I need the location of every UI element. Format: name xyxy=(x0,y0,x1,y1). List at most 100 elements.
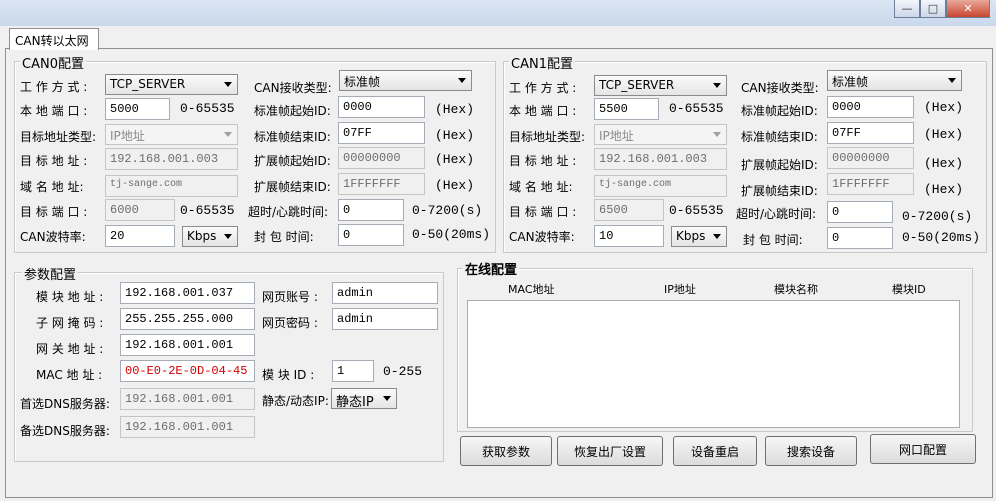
can0-mode-label: 工 作 方 式 : xyxy=(20,80,88,94)
can0-target-type-label: 目标地址类型: xyxy=(20,130,97,144)
can0-recv-type-select[interactable]: 标准帧 xyxy=(339,70,472,91)
can1-pack-range: 0-50(20ms) xyxy=(902,230,981,245)
can1-local-port-input[interactable]: 5500 xyxy=(594,98,659,120)
can1-baud-unit-value: Kbps xyxy=(676,229,706,243)
can1-baud-unit-select[interactable]: Kbps xyxy=(671,226,727,247)
can1-target-type-select[interactable]: IP地址 xyxy=(594,124,727,145)
chevron-down-icon xyxy=(713,83,721,88)
can0-std-end-hint: (Hex) xyxy=(435,128,475,143)
can0-baud-label: CAN波特率: xyxy=(20,230,86,244)
can1-domain-input[interactable]: tj-sange.com xyxy=(594,175,727,197)
module-ip-input[interactable]: 192.168.001.037 xyxy=(120,282,255,304)
can0-std-start-input[interactable]: 0000 xyxy=(338,96,425,118)
can1-target-port-input[interactable]: 6500 xyxy=(594,199,664,221)
chevron-down-icon xyxy=(224,234,232,239)
mac-input[interactable]: 00-E0-2E-0D-04-45 xyxy=(120,360,255,382)
can1-ext-end-input[interactable]: 1FFFFFFF xyxy=(827,173,914,195)
ip-mode-select[interactable]: 静态IP xyxy=(331,388,397,410)
can0-ext-end-input[interactable]: 1FFFFFFF xyxy=(338,173,425,195)
gateway-label: 网 关 地 址 : xyxy=(36,342,104,356)
ip-mode-value: 静态IP xyxy=(336,395,374,410)
can1-target-addr-label: 目 标 地 址 : xyxy=(509,154,577,168)
can0-baud-input[interactable]: 20 xyxy=(105,225,175,247)
minimize-button[interactable]: — xyxy=(894,0,920,18)
can1-ext-start-input[interactable]: 00000000 xyxy=(827,147,914,169)
chevron-down-icon xyxy=(383,396,391,401)
ip-mode-label: 静态/动态IP: xyxy=(262,394,329,408)
can0-title: CAN0配置 xyxy=(20,53,86,72)
can1-ext-start-label: 扩展帧起始ID: xyxy=(741,158,818,172)
can0-local-port-input[interactable]: 5000 xyxy=(105,98,170,120)
web-user-label: 网页账号 : xyxy=(262,290,318,304)
can0-target-addr-input[interactable]: 192.168.001.003 xyxy=(105,148,238,170)
can1-baud-input[interactable]: 10 xyxy=(594,225,664,247)
can0-timeout-input[interactable]: 0 xyxy=(338,199,404,221)
can0-target-addr-label: 目 标 地 址 : xyxy=(20,154,88,168)
close-button[interactable]: ✕ xyxy=(946,0,990,18)
can1-std-start-label: 标准帧起始ID: xyxy=(741,104,818,118)
dns2-input[interactable]: 192.168.001.001 xyxy=(120,416,255,438)
web-pwd-input[interactable]: admin xyxy=(332,308,438,330)
get-params-button[interactable]: 获取参数 xyxy=(460,436,552,466)
can0-ext-start-label: 扩展帧起始ID: xyxy=(254,154,331,168)
device-list[interactable] xyxy=(467,300,960,428)
factory-reset-button[interactable]: 恢复出厂设置 xyxy=(557,436,663,466)
online-title: 在线配置 xyxy=(463,259,520,278)
dns1-label: 首选DNS服务器: xyxy=(20,397,110,411)
can1-std-end-input[interactable]: 07FF xyxy=(827,122,914,144)
subnet-mask-input[interactable]: 255.255.255.000 xyxy=(120,308,255,330)
window-title-bar xyxy=(0,0,996,26)
chevron-down-icon xyxy=(224,132,232,137)
can1-baud-label: CAN波特率: xyxy=(509,230,575,244)
can0-local-port-label: 本 地 端 口 : xyxy=(20,104,88,118)
col-mac: MAC地址 xyxy=(508,283,555,296)
can1-recv-type-select[interactable]: 标准帧 xyxy=(827,70,962,91)
maximize-icon: □ xyxy=(927,2,939,15)
gateway-input[interactable]: 192.168.001.001 xyxy=(120,334,255,356)
can0-target-port-label: 目 标 端 口 : xyxy=(20,205,88,219)
can1-std-end-hint: (Hex) xyxy=(924,127,964,142)
can0-ext-start-hint: (Hex) xyxy=(435,152,475,167)
can1-mode-label: 工 作 方 式 : xyxy=(509,81,577,95)
can0-timeout-label: 超时/心跳时间: xyxy=(248,205,329,219)
web-user-input[interactable]: admin xyxy=(332,282,438,304)
can0-mode-select[interactable]: TCP_SERVER xyxy=(105,74,238,95)
close-icon: ✕ xyxy=(963,2,973,15)
can1-target-addr-input[interactable]: 192.168.001.003 xyxy=(594,148,727,170)
module-ip-label: 模 块 地 址 : xyxy=(36,290,104,304)
can0-baud-unit-select[interactable]: Kbps xyxy=(182,226,238,247)
can0-pack-range: 0-50(20ms) xyxy=(412,227,491,242)
maximize-button[interactable]: □ xyxy=(920,0,946,18)
chevron-down-icon xyxy=(948,78,956,83)
can0-domain-input[interactable]: tj-sange.com xyxy=(105,175,238,197)
can1-target-type-value: IP地址 xyxy=(599,129,634,143)
can0-pack-input[interactable]: 0 xyxy=(338,224,404,246)
module-id-label: 模 块 ID : xyxy=(262,368,315,382)
net-config-button[interactable]: 网口配置 xyxy=(870,434,976,464)
can1-target-port-range: 0-65535 xyxy=(669,203,724,218)
can1-local-port-label: 本 地 端 口 : xyxy=(509,104,577,118)
can1-pack-input[interactable]: 0 xyxy=(827,227,893,249)
can1-mode-select[interactable]: TCP_SERVER xyxy=(594,75,727,96)
can1-timeout-range: 0-7200(s) xyxy=(902,209,973,224)
can0-ext-start-input[interactable]: 00000000 xyxy=(338,147,425,169)
can1-std-start-hint: (Hex) xyxy=(924,100,964,115)
col-module-id: 模块ID xyxy=(892,283,926,296)
can0-ext-end-label: 扩展帧结束ID: xyxy=(254,180,331,194)
can0-recv-type-value: 标准帧 xyxy=(344,75,381,89)
can0-std-end-input[interactable]: 07FF xyxy=(338,122,425,144)
can1-timeout-input[interactable]: 0 xyxy=(827,201,893,223)
can0-ext-end-hint: (Hex) xyxy=(435,178,475,193)
can0-std-end-label: 标准帧结束ID: xyxy=(254,130,331,144)
can1-std-start-input[interactable]: 0000 xyxy=(827,96,914,118)
reboot-button[interactable]: 设备重启 xyxy=(673,436,757,466)
can0-local-port-range: 0-65535 xyxy=(180,101,235,116)
can0-pack-label: 封 包 时间: xyxy=(254,230,314,244)
search-devices-button[interactable]: 搜索设备 xyxy=(765,436,857,466)
can1-target-port-label: 目 标 端 口 : xyxy=(509,205,577,219)
dns1-input[interactable]: 192.168.001.001 xyxy=(120,388,255,410)
tab-can-ethernet[interactable]: CAN转以太网 xyxy=(9,28,99,50)
module-id-input[interactable]: 1 xyxy=(332,360,374,382)
can0-target-port-input[interactable]: 6000 xyxy=(105,199,175,221)
can0-target-type-select[interactable]: IP地址 xyxy=(105,124,238,145)
